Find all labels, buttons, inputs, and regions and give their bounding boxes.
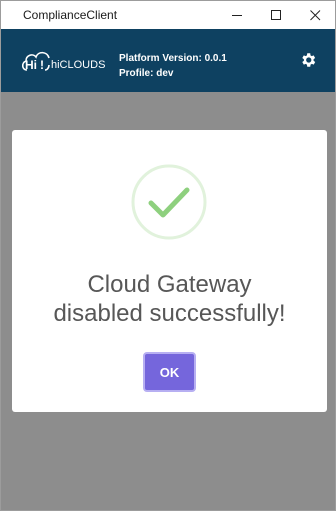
close-button[interactable] [295, 1, 335, 29]
success-message-line2: disabled successfully! [53, 300, 286, 327]
title-bar[interactable]: ComplianceClient [1, 1, 335, 29]
maximize-button[interactable] [256, 1, 296, 29]
app-window: ComplianceClient Hi ! hiCLOUDS Platform … [0, 0, 336, 511]
logo-text: hiCLOUDS [51, 59, 105, 71]
success-message-line1: Cloud Gateway [87, 271, 252, 298]
check-circle-icon [131, 164, 207, 240]
success-dialog: Cloud Gateway disabled successfully! OK [12, 130, 327, 412]
minimize-button[interactable] [217, 1, 257, 29]
hiclouds-logo: Hi ! hiCLOUDS [21, 51, 105, 72]
close-icon [309, 9, 320, 20]
svg-text:!: ! [40, 58, 44, 72]
window-title: ComplianceClient [23, 8, 118, 22]
success-message: Cloud Gateway disabled successfully! [12, 270, 327, 328]
svg-text:Hi: Hi [25, 58, 37, 72]
platform-version: Platform Version: 0.0.1 [119, 53, 227, 64]
maximize-icon [270, 9, 281, 20]
profile-label: Profile: dev [119, 68, 174, 79]
gear-icon[interactable] [299, 51, 317, 69]
ok-button[interactable]: OK [143, 352, 196, 392]
minimize-icon [231, 14, 242, 16]
platform-info: Platform Version: 0.0.1 Profile: dev [119, 51, 227, 81]
app-header: Hi ! hiCLOUDS Platform Version: 0.0.1 Pr… [1, 29, 335, 92]
